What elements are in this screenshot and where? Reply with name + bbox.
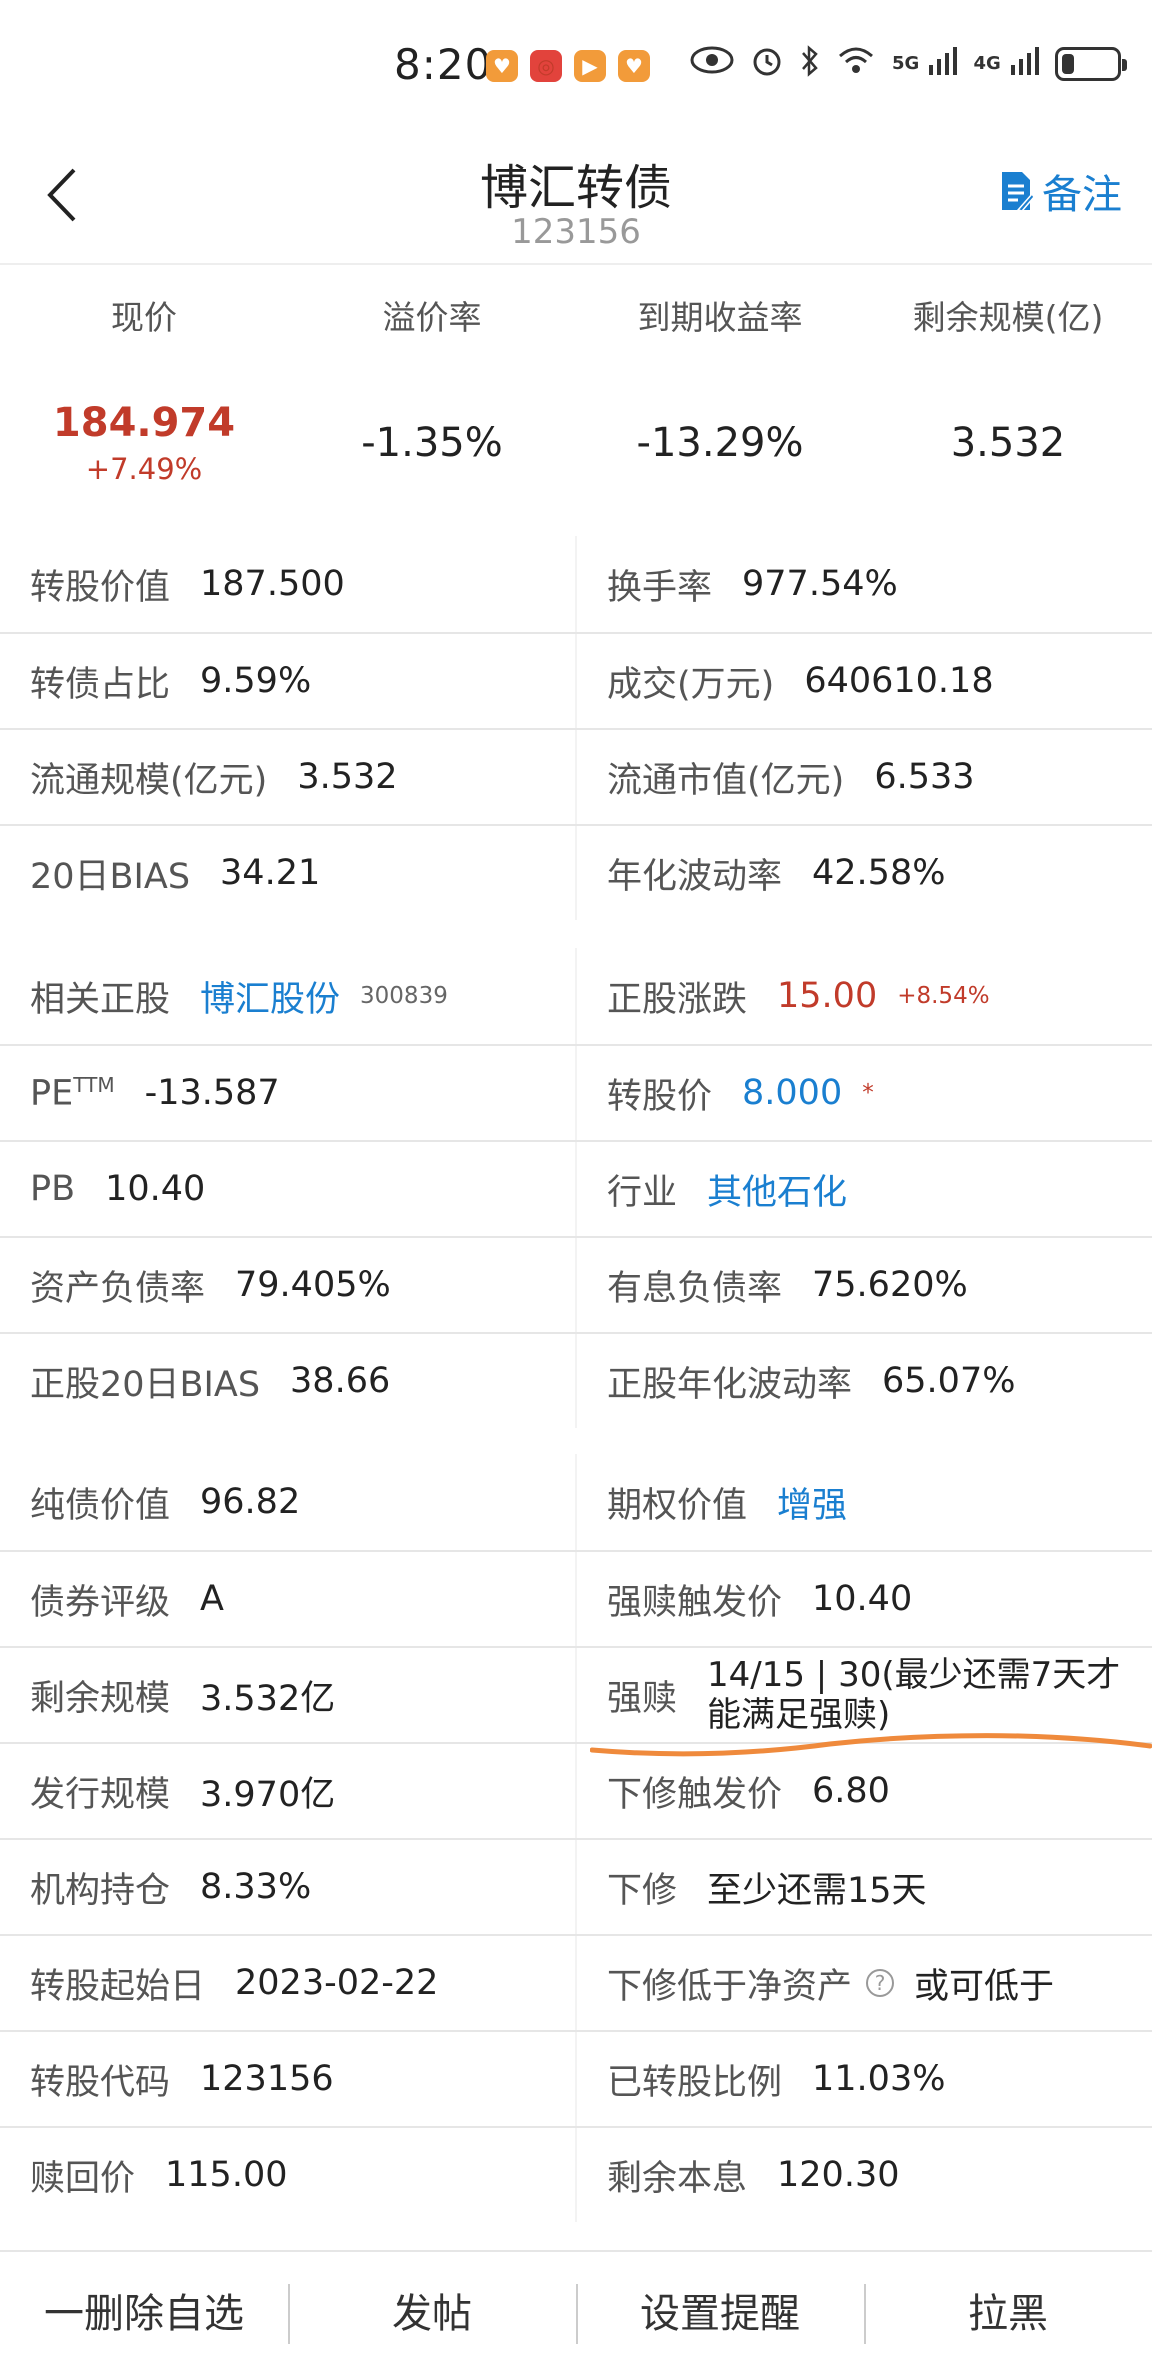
price-change: +7.49% bbox=[85, 452, 203, 486]
note-edit-icon bbox=[998, 170, 1035, 212]
cell-pe: PETTM -13.587 bbox=[0, 1046, 575, 1140]
section-bond-details: 纯债价值 96.82 期权价值 增强 债券评级 A 强赎触发价 10.40 剩余规模 3.… bbox=[0, 1454, 1152, 2222]
cell-stock-bias: 正股20日BIAS 38.66 bbox=[0, 1334, 575, 1428]
table-row: 转股价值 187.500 换手率 977.54% bbox=[0, 536, 1152, 632]
summary-values: 184.974 +7.49% -1.35% -13.29% 3.532 bbox=[0, 370, 1152, 516]
cell-issue-scale: 发行规模 3.970亿 bbox=[0, 1744, 575, 1838]
post-button[interactable]: 发帖 bbox=[288, 2274, 576, 2354]
stock-code: 300839 bbox=[360, 983, 448, 1009]
cell-reset: 下修 至少还需15天 bbox=[577, 1840, 1152, 1934]
cell-debt-ratio: 资产负债率 79.405% bbox=[0, 1238, 575, 1332]
cell-redeem-price: 赎回价 115.00 bbox=[0, 2128, 575, 2222]
app-notification-icon: ♥ bbox=[618, 50, 650, 82]
bond-code: 123156 bbox=[511, 212, 641, 252]
stock-price: 15.00 bbox=[777, 976, 878, 1016]
alarm-icon bbox=[750, 44, 784, 84]
table-row: 转债占比 9.59% 成交(万元) 640610.18 bbox=[0, 632, 1152, 728]
price-block: 184.974 +7.49% bbox=[0, 400, 288, 486]
cell-float-value: 流通市值(亿元) 6.533 bbox=[577, 730, 1152, 824]
header-premium: 溢价率 bbox=[382, 298, 482, 337]
table-row: 相关正股 博汇股份 300839 正股涨跌 15.00 +8.54% bbox=[0, 948, 1152, 1044]
signal-4g-icon: 4G bbox=[973, 44, 1039, 84]
app-notification-icon: ♥ bbox=[486, 50, 518, 82]
table-row: 赎回价 115.00 剩余本息 120.30 bbox=[0, 2126, 1152, 2222]
note-label: 备注 bbox=[1042, 172, 1122, 218]
table-row: 纯债价值 96.82 期权价值 增强 bbox=[0, 1454, 1152, 1550]
cell-conversion-code: 转股代码 123156 bbox=[0, 2032, 575, 2126]
app-notification-icon: ◎ bbox=[530, 50, 562, 82]
page-title: 博汇转债 bbox=[479, 160, 672, 216]
note-button[interactable]: 备注 bbox=[998, 162, 1122, 220]
bottom-action-bar: 一删除自选 发帖 设置提醒 拉黑 bbox=[0, 2250, 1152, 2376]
cell-conversion-price: 转股价 8.000 * bbox=[577, 1046, 1152, 1140]
cell-related-stock: 相关正股 博汇股份 300839 bbox=[0, 948, 575, 1044]
cell-remain-interest: 剩余本息 120.30 bbox=[577, 2128, 1152, 2222]
set-alert-button[interactable]: 设置提醒 bbox=[576, 2274, 864, 2354]
battery-icon bbox=[1054, 47, 1127, 81]
bluetooth-icon bbox=[800, 44, 820, 84]
cell-industry: 行业 其他石化 bbox=[577, 1142, 1152, 1236]
system-icons: 5G 4G bbox=[690, 44, 1127, 84]
premium-rate: -1.35% bbox=[361, 420, 503, 466]
wifi-icon bbox=[836, 44, 876, 84]
conversion-price-link[interactable]: 8.000 bbox=[742, 1073, 842, 1113]
cell-stock-change: 正股涨跌 15.00 +8.54% bbox=[577, 948, 1152, 1044]
cell-turnover: 换手率 977.54% bbox=[577, 536, 1152, 632]
table-row: 20日BIAS 34.21 年化波动率 42.58% bbox=[0, 824, 1152, 920]
cell-redeem-trigger: 强赎触发价 10.40 bbox=[577, 1552, 1152, 1646]
battery-level bbox=[1061, 54, 1074, 74]
cell-start-date: 转股起始日 2023-02-22 bbox=[0, 1936, 575, 2030]
table-row: 机构持仓 8.33% 下修 至少还需15天 bbox=[0, 1838, 1152, 1934]
cell-option-value: 期权价值 增强 bbox=[577, 1454, 1152, 1550]
eye-icon bbox=[690, 44, 734, 84]
stock-name-link[interactable]: 博汇股份 bbox=[200, 971, 340, 1022]
status-bar: 8:20 ♥ ◎ ▶ ♥ 5G 4G bbox=[0, 0, 1152, 130]
cell-bond-value: 纯债价值 96.82 bbox=[0, 1454, 575, 1550]
table-row: PETTM -13.587 转股价 8.000 * bbox=[0, 1044, 1152, 1140]
cell-volatility: 年化波动率 42.58% bbox=[577, 826, 1152, 920]
table-row: 资产负债率 79.405% 有息负债率 75.620% bbox=[0, 1236, 1152, 1332]
remove-watchlist-button[interactable]: 一删除自选 bbox=[0, 2274, 288, 2354]
header-price: 现价 bbox=[111, 298, 177, 337]
app-notification-icon: ▶ bbox=[574, 50, 606, 82]
table-row: 转股起始日 2023-02-22 下修低于净资产? 或可低于 bbox=[0, 1934, 1152, 2030]
table-row: 债券评级 A 强赎触发价 10.40 bbox=[0, 1550, 1152, 1646]
cell-stock-volatility: 正股年化波动率 65.07% bbox=[577, 1334, 1152, 1428]
block-button[interactable]: 拉黑 bbox=[864, 2274, 1152, 2354]
section-bond-metrics: 转股价值 187.500 换手率 977.54% 转债占比 9.59% 成交(万元) 6… bbox=[0, 536, 1152, 920]
cell-interest-debt: 有息负债率 75.620% bbox=[577, 1238, 1152, 1332]
option-value-link[interactable]: 增强 bbox=[777, 1477, 847, 1528]
cell-volume: 成交(万元) 640610.18 bbox=[577, 634, 1152, 728]
cell-conversion-value: 转股价值 187.500 bbox=[0, 536, 575, 632]
cell-institution: 机构持仓 8.33% bbox=[0, 1840, 575, 1934]
cell-pb: PB 10.40 bbox=[0, 1142, 575, 1236]
cell-rating: 债券评级 A bbox=[0, 1552, 575, 1646]
remaining-scale: 3.532 bbox=[950, 420, 1066, 466]
header-ytm: 到期收益率 bbox=[637, 298, 803, 337]
notification-icons: ♥ ◎ ▶ ♥ bbox=[486, 50, 650, 82]
table-row: 流通规模(亿元) 3.532 流通市值(亿元) 6.533 bbox=[0, 728, 1152, 824]
cell-bond-ratio: 转债占比 9.59% bbox=[0, 634, 575, 728]
signal-5g-icon: 5G bbox=[892, 44, 958, 84]
summary-header: 现价 溢价率 到期收益率 剩余规模(亿) bbox=[0, 267, 1152, 369]
table-row: 转股代码 123156 已转股比例 11.03% bbox=[0, 2030, 1152, 2126]
cell-converted-ratio: 已转股比例 11.03% bbox=[577, 2032, 1152, 2126]
cell-bias: 20日BIAS 34.21 bbox=[0, 826, 575, 920]
cell-below-nav: 下修低于净资产? 或可低于 bbox=[577, 1936, 1152, 2030]
cell-remain-scale: 剩余规模 3.532亿 bbox=[0, 1648, 575, 1742]
status-time: 8:20 bbox=[394, 40, 493, 89]
header-remaining: 剩余规模(亿) bbox=[912, 298, 1104, 337]
orange-underline-annotation bbox=[590, 1733, 1152, 1757]
stock-pct: +8.54% bbox=[897, 983, 990, 1009]
industry-link[interactable]: 其他石化 bbox=[707, 1164, 847, 1215]
help-question-icon[interactable]: ? bbox=[866, 1969, 895, 1997]
cell-float-scale: 流通规模(亿元) 3.532 bbox=[0, 730, 575, 824]
current-price: 184.974 bbox=[52, 400, 236, 446]
conversion-price-mark: * bbox=[862, 1080, 874, 1106]
table-row: PB 10.40 行业 其他石化 bbox=[0, 1140, 1152, 1236]
section-stock-metrics: 相关正股 博汇股份 300839 正股涨跌 15.00 +8.54% PETTM… bbox=[0, 948, 1152, 1428]
yield-to-maturity: -13.29% bbox=[636, 420, 804, 466]
table-row: 正股20日BIAS 38.66 正股年化波动率 65.07% bbox=[0, 1332, 1152, 1428]
nav-header: 博汇转债 123156 备注 bbox=[0, 130, 1152, 265]
